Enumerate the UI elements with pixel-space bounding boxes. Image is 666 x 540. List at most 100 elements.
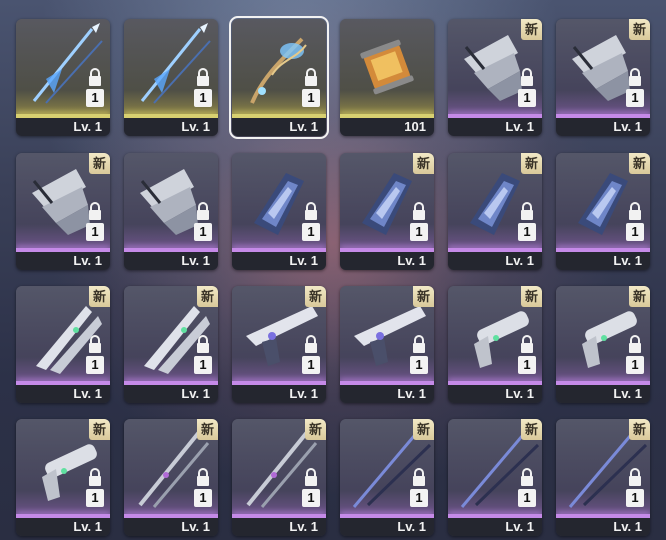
lock-icon[interactable] — [628, 68, 642, 86]
lock-icon[interactable] — [196, 335, 210, 353]
new-badge: 新 — [521, 153, 542, 174]
new-badge: 新 — [413, 153, 434, 174]
lock-icon[interactable] — [628, 202, 642, 220]
lock-icon[interactable] — [304, 202, 318, 220]
item-quantity: 1 — [302, 489, 320, 507]
item-level: 101 — [340, 118, 434, 136]
lock-icon[interactable] — [628, 335, 642, 353]
new-badge: 新 — [521, 419, 542, 440]
item-quantity: 1 — [410, 489, 428, 507]
item-slot[interactable]: 1 新 Lv. 1 — [340, 419, 434, 536]
item-quantity: 1 — [302, 356, 320, 374]
lock-icon[interactable] — [412, 468, 426, 486]
item-level: Lv. 1 — [556, 518, 650, 536]
item-slot[interactable]: 1 新 Lv. 1 — [16, 153, 110, 270]
new-badge: 新 — [413, 419, 434, 440]
item-level: Lv. 1 — [448, 518, 542, 536]
item-slot[interactable]: 1 新 Lv. 1 — [556, 419, 650, 536]
item-slot[interactable]: 1 Lv. 1 — [124, 153, 218, 270]
lock-icon[interactable] — [88, 335, 102, 353]
item-slot[interactable]: 1 新 Lv. 1 — [556, 286, 650, 403]
item-slot[interactable]: 1 Lv. 1 — [232, 153, 326, 270]
item-slot[interactable]: 1 新 Lv. 1 — [124, 419, 218, 536]
lock-icon[interactable] — [520, 468, 534, 486]
new-badge: 新 — [89, 286, 110, 307]
new-badge: 新 — [521, 286, 542, 307]
item-quantity: 1 — [626, 356, 644, 374]
lock-icon[interactable] — [196, 68, 210, 86]
new-badge: 新 — [305, 286, 326, 307]
lock-icon[interactable] — [88, 202, 102, 220]
new-badge: 新 — [89, 419, 110, 440]
item-slot[interactable]: 1 新 Lv. 1 — [448, 419, 542, 536]
item-level: Lv. 1 — [448, 118, 542, 136]
lock-icon[interactable] — [304, 468, 318, 486]
new-badge: 新 — [197, 286, 218, 307]
item-level: Lv. 1 — [16, 385, 110, 403]
item-slot[interactable]: 1 新 Lv. 1 — [448, 153, 542, 270]
item-quantity: 1 — [302, 89, 320, 107]
inventory-grid: 1 Lv. 1 1 Lv. 1 1 Lv. 1 101 1 新 Lv. 1 1 新 Lv. 1… — [0, 0, 666, 540]
item-slot[interactable]: 1 新 Lv. 1 — [556, 153, 650, 270]
lock-icon[interactable] — [628, 468, 642, 486]
new-badge: 新 — [305, 419, 326, 440]
item-slot[interactable]: 1 新 Lv. 1 — [232, 286, 326, 403]
item-slot[interactable]: 1 新 Lv. 1 — [232, 419, 326, 536]
item-level: Lv. 1 — [16, 118, 110, 136]
item-quantity: 1 — [194, 89, 212, 107]
capsule-icon — [340, 19, 434, 114]
item-slot[interactable]: 101 — [340, 19, 434, 136]
lock-icon[interactable] — [88, 468, 102, 486]
lock-icon[interactable] — [304, 335, 318, 353]
item-level: Lv. 1 — [16, 518, 110, 536]
item-level: Lv. 1 — [556, 385, 650, 403]
item-slot[interactable]: 1 新 Lv. 1 — [16, 286, 110, 403]
new-badge: 新 — [197, 419, 218, 440]
item-quantity: 1 — [518, 89, 536, 107]
item-quantity: 1 — [410, 223, 428, 241]
item-quantity: 1 — [194, 356, 212, 374]
item-slot[interactable]: 1 新 Lv. 1 — [340, 286, 434, 403]
item-quantity: 1 — [86, 489, 104, 507]
item-level: Lv. 1 — [232, 385, 326, 403]
item-slot[interactable]: 1 新 Lv. 1 — [448, 286, 542, 403]
item-slot[interactable]: 1 新 Lv. 1 — [340, 153, 434, 270]
lock-icon[interactable] — [412, 202, 426, 220]
lock-icon[interactable] — [412, 335, 426, 353]
item-quantity: 1 — [194, 489, 212, 507]
item-slot[interactable]: 1 新 Lv. 1 — [556, 19, 650, 136]
item-slot[interactable]: 1 Lv. 1 — [229, 16, 329, 139]
item-level: Lv. 1 — [556, 252, 650, 270]
item-level: Lv. 1 — [232, 252, 326, 270]
lock-icon[interactable] — [196, 202, 210, 220]
item-slot[interactable]: 1 Lv. 1 — [124, 19, 218, 136]
lock-icon[interactable] — [304, 68, 318, 86]
item-slot[interactable]: 1 Lv. 1 — [16, 19, 110, 136]
lock-icon[interactable] — [520, 335, 534, 353]
lock-icon[interactable] — [196, 468, 210, 486]
item-level: Lv. 1 — [124, 385, 218, 403]
item-quantity: 1 — [410, 356, 428, 374]
item-quantity: 1 — [518, 223, 536, 241]
item-quantity: 1 — [626, 223, 644, 241]
item-level: Lv. 1 — [340, 385, 434, 403]
item-quantity: 1 — [86, 89, 104, 107]
item-level: Lv. 1 — [340, 252, 434, 270]
new-badge: 新 — [413, 286, 434, 307]
item-level: Lv. 1 — [448, 385, 542, 403]
new-badge: 新 — [629, 19, 650, 40]
lock-icon[interactable] — [88, 68, 102, 86]
item-level: Lv. 1 — [448, 252, 542, 270]
item-slot[interactable]: 1 新 Lv. 1 — [448, 19, 542, 136]
lock-icon[interactable] — [520, 202, 534, 220]
lock-icon[interactable] — [520, 68, 534, 86]
item-level: Lv. 1 — [124, 518, 218, 536]
item-slot[interactable]: 1 新 Lv. 1 — [16, 419, 110, 536]
item-quantity: 1 — [86, 223, 104, 241]
item-level: Lv. 1 — [232, 118, 326, 136]
item-slot[interactable]: 1 新 Lv. 1 — [124, 286, 218, 403]
item-quantity: 1 — [86, 356, 104, 374]
item-quantity: 1 — [518, 489, 536, 507]
item-level: Lv. 1 — [232, 518, 326, 536]
item-level: Lv. 1 — [16, 252, 110, 270]
